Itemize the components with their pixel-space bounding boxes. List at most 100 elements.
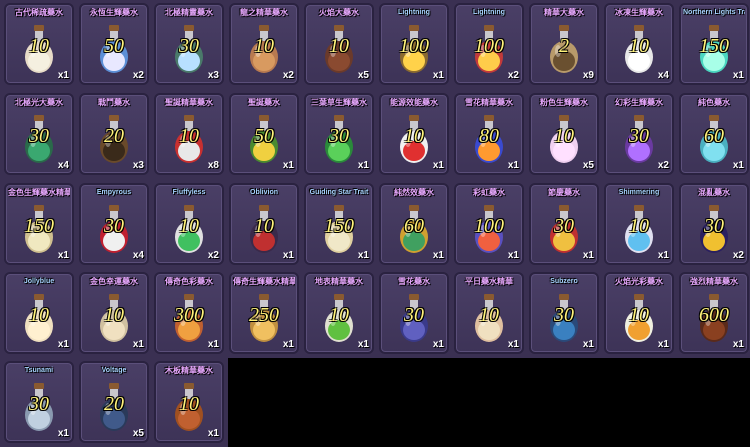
potion-bottle-icon [544, 292, 584, 344]
potion-name: 三葉草生輝藥水 [311, 98, 367, 107]
potion-slot[interactable]: Oblivion 10 x1 [229, 183, 299, 265]
potion-count: x4 [132, 250, 144, 261]
potion-count: x1 [207, 428, 219, 439]
potion-bottle-icon [169, 203, 209, 255]
potion-count: x1 [732, 339, 744, 350]
potion-name: Lightning [398, 9, 430, 16]
potion-slot[interactable]: 傳奇生輝藥水精華 250 x1 [229, 272, 299, 354]
potion-count: x1 [507, 250, 519, 261]
potion-bottle-icon [244, 203, 284, 255]
potion-slot[interactable]: 能源效能藥水 10 x1 [379, 93, 449, 175]
potion-slot[interactable]: Subzero 30 x1 [529, 272, 599, 354]
potion-count: x3 [132, 160, 144, 171]
potion-bottle-icon [169, 292, 209, 344]
potion-count: x9 [582, 70, 594, 81]
potion-bottle-icon [94, 381, 134, 433]
potion-slot[interactable]: 火焰大藥水 10 x5 [304, 3, 374, 85]
potion-count: x4 [657, 70, 669, 81]
potion-bottle-icon [469, 292, 509, 344]
potion-name: 地表精華藥水 [315, 277, 363, 286]
potion-name: Northern Lights Trait [683, 9, 745, 16]
potion-bottle-icon [694, 292, 734, 344]
potion-bottle-icon [94, 292, 134, 344]
potion-bottle-icon [544, 23, 584, 75]
potion-name: Tsunami [24, 367, 54, 374]
potion-count: x1 [357, 250, 369, 261]
potion-slot[interactable]: 雪花藥水 30 x1 [379, 272, 449, 354]
potion-bottle-icon [244, 292, 284, 344]
potion-slot[interactable]: 永恆生輝藥水 50 x2 [79, 3, 149, 85]
potion-slot[interactable]: 北極光大藥水 30 x4 [4, 93, 74, 175]
potion-bottle-icon [544, 203, 584, 255]
potion-slot[interactable]: 北極精靈藥水 30 x3 [154, 3, 224, 85]
potion-slot[interactable]: Guiding Star Trait 150 x1 [304, 183, 374, 265]
potion-bottle-icon [619, 203, 659, 255]
potion-slot[interactable]: 戰鬥藥水 20 x3 [79, 93, 149, 175]
potion-name: 永恆生輝藥水 [90, 8, 138, 17]
potion-slot[interactable]: 木板精華藥水 10 x1 [154, 361, 224, 443]
potion-slot[interactable]: Shimmering 10 x1 [604, 183, 674, 265]
potion-slot[interactable]: 三葉草生輝藥水 30 x1 [304, 93, 374, 175]
potion-name: 龍之精華藥水 [240, 8, 288, 17]
potion-name: 精華大藥水 [544, 8, 584, 17]
potion-name: 戰鬥藥水 [98, 98, 130, 107]
potion-bottle-icon [244, 23, 284, 75]
potion-slot[interactable]: 火焰光彩藥水 10 x1 [604, 272, 674, 354]
potion-bottle-icon [394, 203, 434, 255]
potion-slot[interactable]: 節慶藥水 30 x1 [529, 183, 599, 265]
potion-bottle-icon [694, 23, 734, 75]
potion-slot[interactable]: 古代稀疏藥水 10 x1 [4, 3, 74, 85]
potion-bottle-icon [394, 292, 434, 344]
potion-count: x2 [732, 250, 744, 261]
potion-count: x1 [57, 428, 69, 439]
potion-count: x1 [507, 160, 519, 171]
potion-slot[interactable]: 金色幸運藥水 10 x1 [79, 272, 149, 354]
potion-name: 聖誕精華藥水 [165, 98, 213, 107]
potion-bottle-icon [319, 203, 359, 255]
potion-slot[interactable]: 聖誕精華藥水 10 x8 [154, 93, 224, 175]
potion-bottle-icon [319, 292, 359, 344]
potion-slot[interactable]: 精華大藥水 2 x9 [529, 3, 599, 85]
potion-bottle-icon [469, 23, 509, 75]
potion-slot[interactable]: 冰凍生輝藥水 10 x4 [604, 3, 674, 85]
potion-count: x1 [357, 339, 369, 350]
potion-bottle-icon [169, 23, 209, 75]
potion-slot[interactable]: 強烈精華藥水 600 x1 [679, 272, 749, 354]
potion-name: Subzero [550, 278, 578, 285]
potion-bottle-icon [319, 113, 359, 165]
potion-slot[interactable]: Lightning 100 x2 [454, 3, 524, 85]
potion-slot[interactable]: Voltage 20 x5 [79, 361, 149, 443]
potion-slot[interactable]: 純色藥水 60 x1 [679, 93, 749, 175]
potion-slot[interactable]: 幻彩生輝藥水 30 x2 [604, 93, 674, 175]
potion-name: 金色幸運藥水 [90, 277, 138, 286]
potion-slot[interactable]: 彩虹藥水 100 x1 [454, 183, 524, 265]
potion-slot[interactable]: 雪花精華藥水 80 x1 [454, 93, 524, 175]
potion-slot[interactable]: 傳奇色彩藥水 300 x1 [154, 272, 224, 354]
potion-count: x1 [57, 70, 69, 81]
potion-count: x2 [132, 70, 144, 81]
potion-slot[interactable]: 平日藥水精華 10 x1 [454, 272, 524, 354]
potion-slot[interactable]: Tsunami 30 x1 [4, 361, 74, 443]
potion-slot[interactable]: 純然效藥水 60 x1 [379, 183, 449, 265]
potion-slot[interactable]: 混亂藥水 30 x2 [679, 183, 749, 265]
potion-name: 北極光大藥水 [15, 98, 63, 107]
potion-bottle-icon [469, 203, 509, 255]
potion-name: Oblivion [250, 189, 278, 196]
potion-slot[interactable]: 粉色生輝藥水 10 x5 [529, 93, 599, 175]
potion-slot[interactable]: Jollyblue 10 x1 [4, 272, 74, 354]
potion-slot[interactable]: Empyrous 30 x4 [79, 183, 149, 265]
potion-name: Empyrous [96, 189, 132, 196]
potion-name: Shimmering [618, 189, 660, 196]
potion-name: Guiding Star Trait [309, 189, 369, 196]
potion-slot[interactable]: 龍之精華藥水 10 x2 [229, 3, 299, 85]
potion-slot[interactable]: 聖誕藥水 50 x1 [229, 93, 299, 175]
potion-slot[interactable]: Lightning 100 x1 [379, 3, 449, 85]
potion-slot[interactable]: 金色生輝藥水精華 150 x1 [4, 183, 74, 265]
potion-slot[interactable]: 地表精華藥水 10 x1 [304, 272, 374, 354]
potion-slot[interactable]: Northern Lights Trait 150 x1 [679, 3, 749, 85]
potion-bottle-icon [394, 113, 434, 165]
potion-name: Voltage [101, 367, 127, 374]
potion-bottle-icon [19, 292, 59, 344]
potion-bottle-icon [619, 113, 659, 165]
potion-slot[interactable]: Fluffyless 10 x2 [154, 183, 224, 265]
